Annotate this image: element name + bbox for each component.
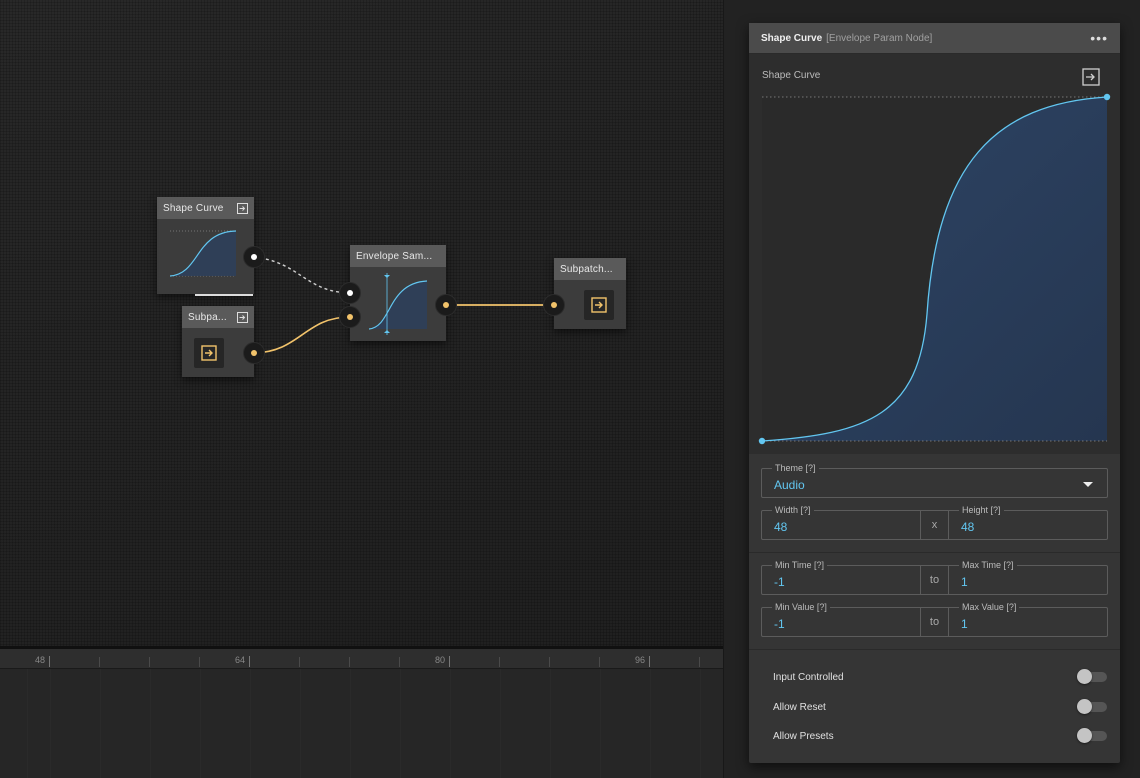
node-header[interactable]: Subpatch... xyxy=(554,258,626,280)
node-header[interactable]: Shape Curve xyxy=(157,197,254,219)
curve-end-handle[interactable] xyxy=(1103,93,1111,101)
time-range-field[interactable]: Min Time [?] -1 to Max Time [?] 1 xyxy=(761,559,1108,595)
min-time-label: Min Time [?] xyxy=(772,559,828,571)
input-controlled-label: Input Controlled xyxy=(773,671,844,683)
subpatch-output-button[interactable] xyxy=(584,290,614,320)
allow-presets-toggle[interactable] xyxy=(1077,728,1107,743)
height-value[interactable]: 48 xyxy=(961,520,974,534)
panel-subtitle: [Envelope Param Node] xyxy=(826,32,933,44)
panel-title: Shape Curve xyxy=(761,32,823,44)
curve-preview xyxy=(368,273,428,335)
min-value-value[interactable]: -1 xyxy=(774,617,785,631)
tick-label: 48 xyxy=(35,655,46,665)
chevron-down-icon xyxy=(1083,482,1093,487)
curve-graph[interactable] xyxy=(749,54,1120,454)
theme-value: Audio xyxy=(774,478,805,492)
timeline[interactable]: 48 64 80 96 xyxy=(0,649,723,778)
export-icon[interactable] xyxy=(237,311,248,323)
output-port[interactable] xyxy=(435,294,457,316)
node-body xyxy=(350,267,446,341)
allow-presets-label: Allow Presets xyxy=(773,730,834,742)
node-body xyxy=(157,219,254,296)
node-header[interactable]: Envelope Sam... xyxy=(350,245,446,267)
size-separator: x xyxy=(920,511,949,539)
timeline-tracks[interactable] xyxy=(0,669,723,778)
width-field[interactable]: Width [?] 48 x Height [?] 48 xyxy=(761,504,1108,540)
panel-header: Shape Curve [Envelope Param Node] ••• xyxy=(749,23,1120,54)
input-controlled-toggle[interactable] xyxy=(1077,669,1107,684)
node-shape-curve[interactable]: Shape Curve xyxy=(157,197,254,296)
time-separator: to xyxy=(920,566,949,594)
max-value-label: Max Value [?] xyxy=(959,601,1020,613)
input-controlled-row: Input Controlled xyxy=(773,668,1107,686)
output-icon xyxy=(591,297,607,313)
export-icon[interactable] xyxy=(237,202,248,214)
export-icon[interactable] xyxy=(1082,68,1100,86)
width-value[interactable]: 48 xyxy=(774,520,787,534)
node-canvas[interactable]: Shape Curve Subpa... Envelope Sam... Sub… xyxy=(0,0,723,648)
node-subpatch-right[interactable]: Subpatch... xyxy=(554,258,626,329)
node-title: Envelope Sam... xyxy=(356,250,433,262)
timeline-ruler[interactable]: 48 64 80 96 xyxy=(0,649,723,669)
inspector-panel: Shape Curve [Envelope Param Node] ••• Sh… xyxy=(749,23,1120,763)
node-title: Subpatch... xyxy=(560,263,613,275)
wire-subpatch-to-envelope xyxy=(253,316,351,354)
min-time-value[interactable]: -1 xyxy=(774,575,785,589)
tick-label: 96 xyxy=(635,655,646,665)
node-header[interactable]: Subpa... xyxy=(182,306,254,328)
max-value-value[interactable]: 1 xyxy=(961,617,968,631)
node-envelope-sampler[interactable]: Envelope Sam... xyxy=(350,245,446,341)
min-value-label: Min Value [?] xyxy=(772,601,830,613)
allow-reset-row: Allow Reset xyxy=(773,698,1107,716)
subpatch-input-button[interactable] xyxy=(194,338,224,368)
allow-reset-toggle[interactable] xyxy=(1077,699,1107,714)
curve-label: Shape Curve xyxy=(762,70,821,81)
more-dots-icon[interactable]: ••• xyxy=(1090,30,1108,46)
output-port[interactable] xyxy=(243,246,265,268)
curve-editor[interactable]: Shape Curve xyxy=(749,54,1120,454)
allow-reset-label: Allow Reset xyxy=(773,701,826,713)
tick-label: 80 xyxy=(435,655,446,665)
input-port[interactable] xyxy=(339,306,361,328)
max-time-value[interactable]: 1 xyxy=(961,575,968,589)
output-port[interactable] xyxy=(243,342,265,364)
theme-label: Theme [?] xyxy=(772,462,819,474)
node-title: Shape Curve xyxy=(163,202,224,214)
max-time-label: Max Time [?] xyxy=(959,559,1017,571)
node-subpatch-left[interactable]: Subpa... xyxy=(182,306,254,377)
value-range-field[interactable]: Min Value [?] -1 to Max Value [?] 1 xyxy=(761,601,1108,637)
input-port[interactable] xyxy=(339,282,361,304)
width-label: Width [?] xyxy=(772,504,814,516)
height-label: Height [?] xyxy=(959,504,1004,516)
curve-preview xyxy=(170,230,236,277)
wire-shape-to-envelope xyxy=(253,256,351,294)
node-title: Subpa... xyxy=(188,311,227,323)
theme-select[interactable]: Theme [?] Audio xyxy=(761,462,1108,498)
curve-start-handle[interactable] xyxy=(758,437,766,445)
input-icon xyxy=(201,345,217,361)
value-separator: to xyxy=(920,608,949,636)
allow-presets-row: Allow Presets xyxy=(773,727,1107,745)
input-port[interactable] xyxy=(543,294,565,316)
tick-label: 64 xyxy=(235,655,246,665)
